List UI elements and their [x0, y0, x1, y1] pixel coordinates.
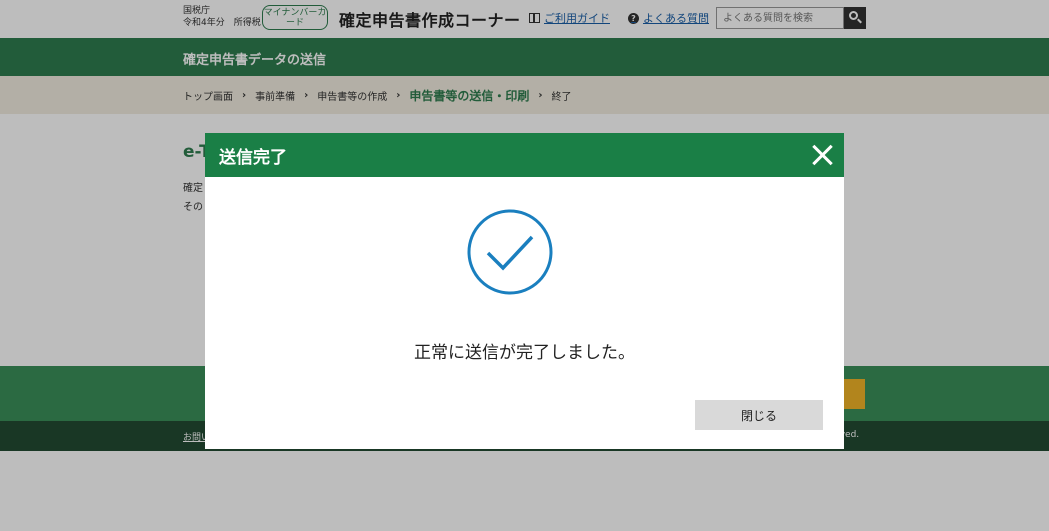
- dialog-message: 正常に送信が完了しました。: [414, 343, 635, 363]
- send-complete-dialog: 送信完了 正常に送信が完了しました。 閉じる: [205, 133, 844, 449]
- close-icon[interactable]: [811, 144, 833, 166]
- dialog-title: 送信完了: [219, 148, 287, 168]
- close-button[interactable]: 閉じる: [695, 400, 823, 430]
- checkmark-circle-icon: [467, 209, 553, 295]
- dialog-header: 送信完了: [205, 133, 844, 177]
